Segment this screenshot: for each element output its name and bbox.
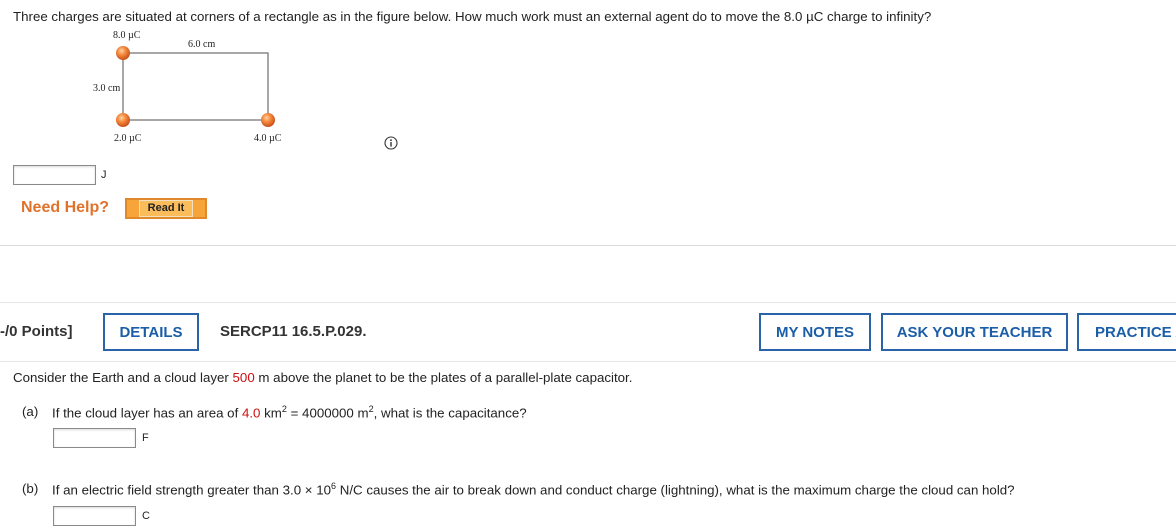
read-it-button[interactable]: Read It bbox=[125, 198, 207, 219]
dimension-label-width: 6.0 cm bbox=[188, 39, 216, 50]
need-help-label: Need Help? bbox=[21, 199, 110, 216]
points-label: -/0 Points] bbox=[0, 323, 73, 340]
details-button[interactable]: DETAILS bbox=[103, 313, 199, 351]
area-unit: km bbox=[260, 405, 282, 421]
area-value: 4.0 bbox=[241, 405, 261, 421]
rectangle-outline bbox=[122, 52, 269, 121]
part-a-text-end: , what is the capacitance? bbox=[373, 405, 527, 421]
practice-another-button[interactable]: PRACTICE A bbox=[1077, 313, 1176, 351]
question-2-intro: Consider the Earth and a cloud layer 500… bbox=[13, 370, 632, 385]
charge-label-2uC: 2.0 µC bbox=[114, 133, 142, 144]
area-conversion: = 4000000 m bbox=[286, 405, 369, 421]
part-a-unit-label: F bbox=[142, 432, 149, 444]
part-b-text: If an electric field strength greater th… bbox=[52, 481, 1015, 497]
charge-label-8uC: 8.0 µC bbox=[113, 30, 141, 41]
divider bbox=[0, 361, 1176, 362]
divider bbox=[0, 302, 1176, 303]
intro-text-end: m above the planet to be the plates of a… bbox=[254, 370, 633, 385]
part-a-text: If the cloud layer has an area of 4.0 km… bbox=[52, 404, 527, 420]
part-b-label: (b) bbox=[22, 481, 39, 496]
q1-unit-label: J bbox=[101, 169, 107, 181]
q1-answer-input[interactable] bbox=[13, 165, 96, 185]
my-notes-button[interactable]: MY NOTES bbox=[759, 313, 871, 351]
intro-text: Consider the Earth and a cloud layer bbox=[13, 370, 233, 385]
part-a-answer-input[interactable] bbox=[53, 428, 136, 448]
read-it-label: Read It bbox=[138, 200, 194, 217]
divider bbox=[0, 245, 1176, 246]
problem-code: SERCP11 16.5.P.029. bbox=[220, 323, 367, 340]
part-a-text-start: If the cloud layer has an area of bbox=[52, 405, 242, 421]
charge-bottom-right bbox=[261, 113, 275, 127]
ask-teacher-button[interactable]: ASK YOUR TEACHER bbox=[881, 313, 1068, 351]
dimension-label-height: 3.0 cm bbox=[93, 83, 121, 94]
charge-label-4uC: 4.0 µC bbox=[254, 133, 282, 144]
height-value: 500 bbox=[232, 370, 255, 385]
charge-bottom-left bbox=[116, 113, 130, 127]
charge-top-left bbox=[116, 46, 130, 60]
part-a-label: (a) bbox=[22, 404, 39, 419]
part-b-unit-label: C bbox=[142, 510, 150, 522]
question-1-text: Three charges are situated at corners of… bbox=[13, 9, 932, 24]
part-b-answer-input[interactable] bbox=[53, 506, 136, 526]
info-icon[interactable] bbox=[384, 136, 398, 150]
part-b-text-start: If an electric field strength greater th… bbox=[52, 482, 332, 498]
part-b-text-end: N/C causes the air to break down and con… bbox=[336, 482, 1015, 498]
